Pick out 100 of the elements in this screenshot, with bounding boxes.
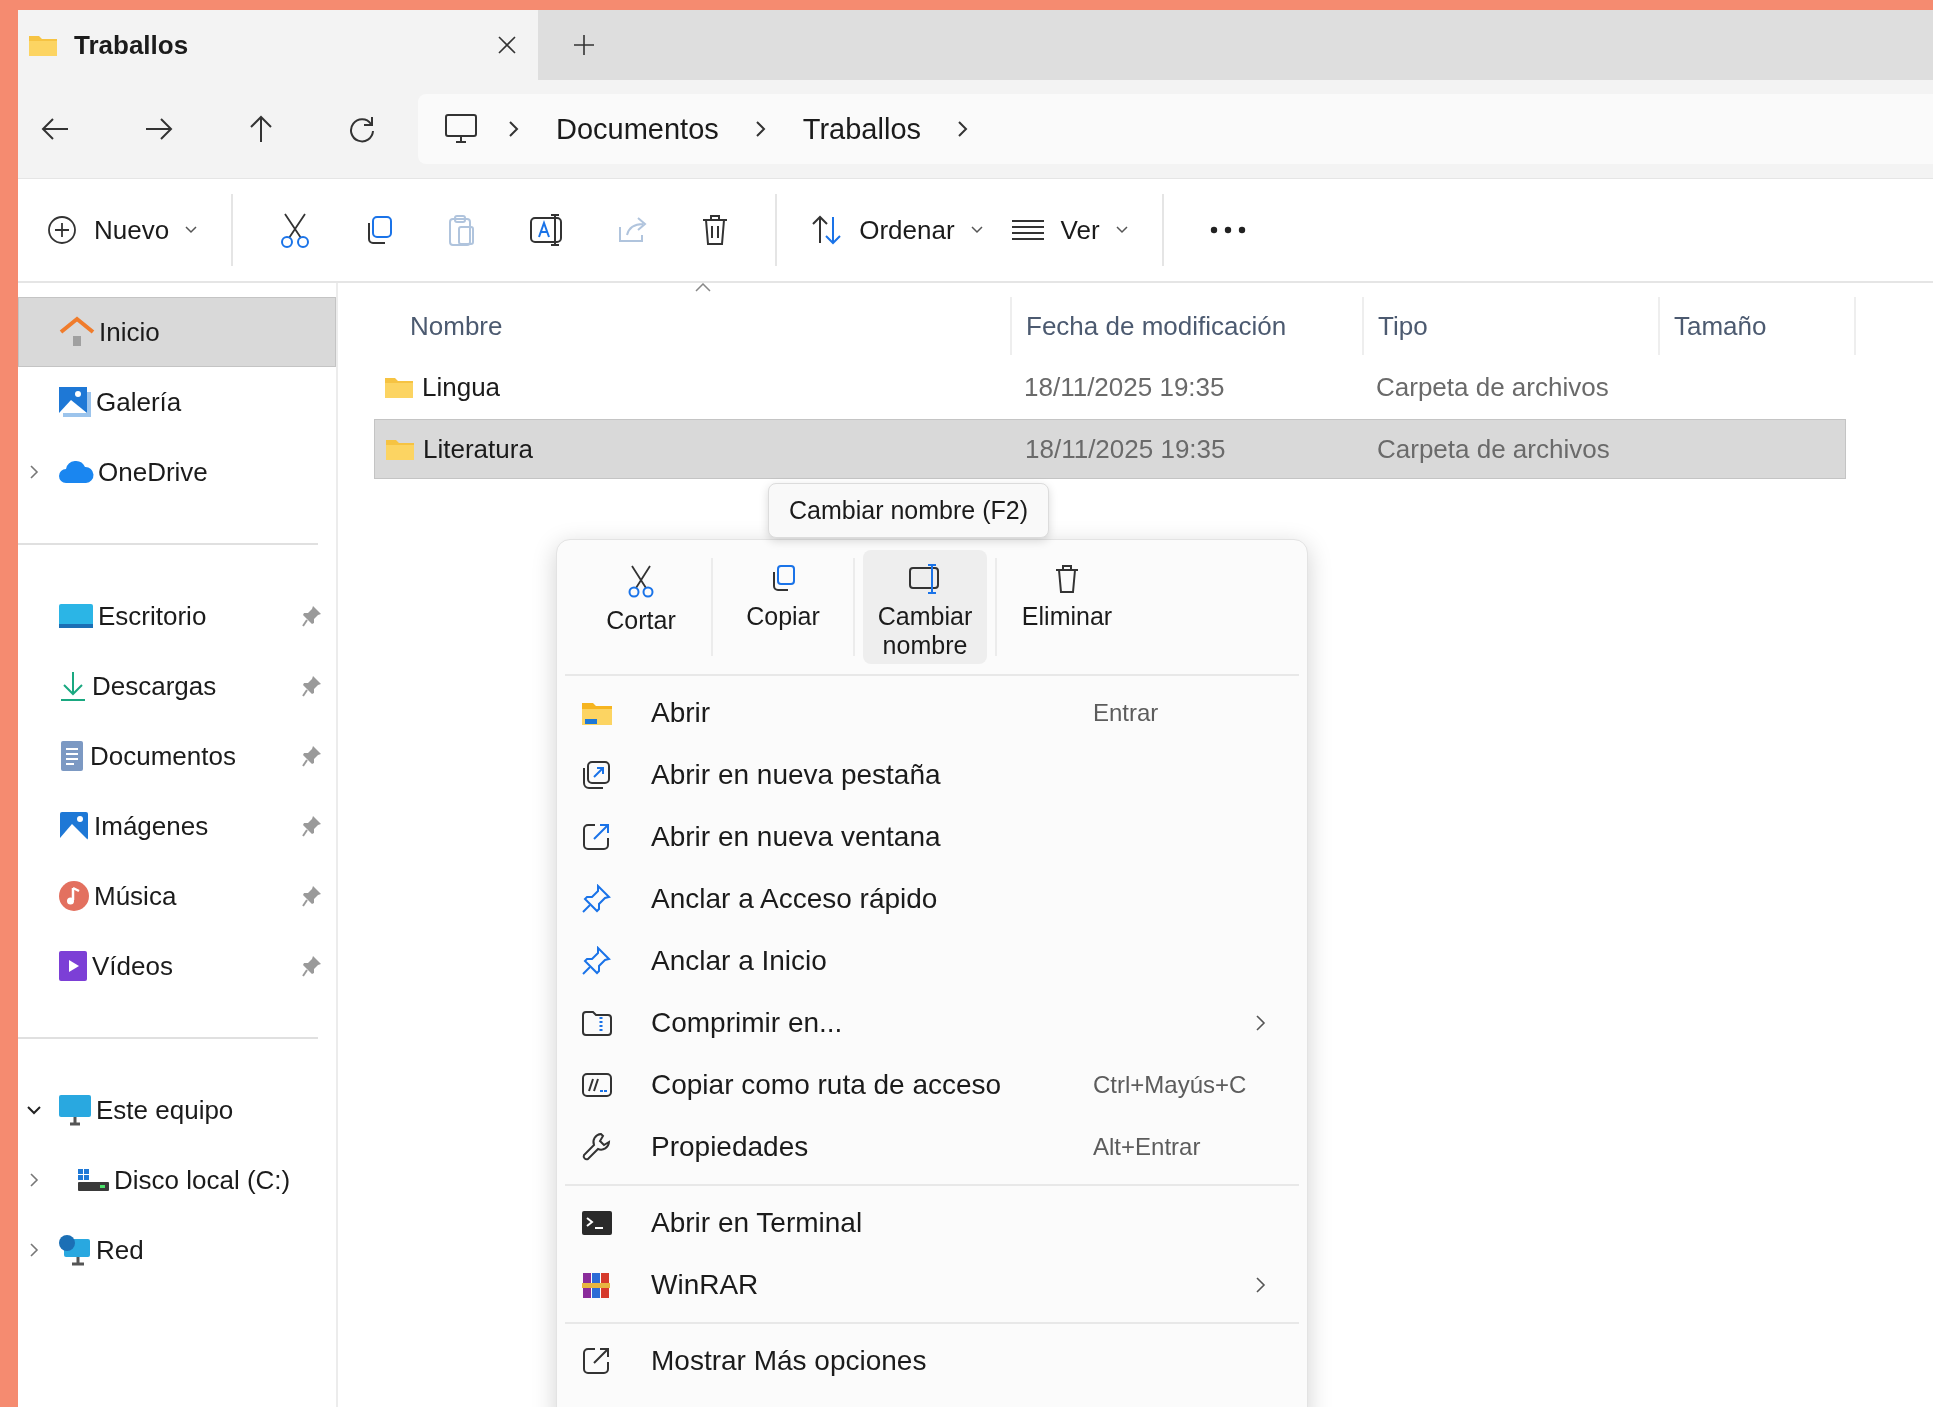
file-row[interactable]: Literatura 18/11/2025 19:35 Carpeta de archivos — [374, 419, 1846, 479]
path-icon — [581, 1072, 613, 1098]
sidebar-label: OneDrive — [98, 456, 209, 488]
sidebar-label: Vídeos — [92, 950, 174, 982]
menu-item-label: Abrir en nueva pestaña — [651, 759, 942, 791]
lines-icon — [1010, 219, 1045, 241]
sidebar-item[interactable]: Este equipo — [18, 1075, 336, 1145]
caret-icon — [970, 226, 983, 234]
add-tab-icon[interactable] — [572, 33, 596, 57]
menu-item[interactable]: WinRAR — [561, 1254, 1303, 1316]
trash-icon — [1054, 564, 1080, 594]
sidebar-item[interactable]: Vídeos — [18, 931, 336, 1001]
menu-item[interactable]: Anclar a Acceso rápido — [561, 868, 1303, 930]
pin-icon[interactable] — [302, 955, 322, 977]
sidebar-item[interactable]: OneDrive — [18, 437, 336, 507]
tab-title: Traballos — [74, 29, 190, 61]
menu-item-label: Comprimir en... — [651, 1007, 844, 1039]
wrench-icon — [581, 1132, 611, 1162]
rename-icon — [908, 564, 942, 594]
video-icon — [58, 950, 88, 982]
window-tab[interactable]: Traballos — [18, 10, 538, 80]
sort-button[interactable]: Ordenar — [797, 206, 997, 254]
sidebar-item[interactable]: Red — [18, 1215, 336, 1285]
column-header[interactable]: Fecha de modificación — [1012, 297, 1364, 355]
up-arrow-icon[interactable] — [248, 114, 274, 144]
network-icon — [58, 1234, 92, 1266]
forward-arrow-icon[interactable] — [144, 116, 174, 142]
column-header[interactable]: Nombre — [410, 297, 1012, 355]
menu-item-label: Abrir — [651, 697, 712, 729]
sidebar-label: Inicio — [99, 316, 161, 348]
menu-item-label: Propiedades — [651, 1131, 810, 1163]
file-type: Carpeta de archivos — [1377, 433, 1610, 465]
column-header[interactable]: Tamaño — [1660, 297, 1856, 355]
menu-item[interactable]: Abrir en Terminal — [561, 1192, 1303, 1254]
document-icon — [58, 740, 86, 772]
pin-icon[interactable] — [302, 885, 322, 907]
breadcrumb-item[interactable]: Documentos — [550, 112, 725, 146]
terminal-icon — [581, 1210, 613, 1236]
folder-icon — [581, 700, 613, 726]
quick-action-button[interactable]: Cortar — [579, 550, 703, 664]
sidebar-label: Descargas — [92, 670, 218, 702]
menu-item[interactable]: Copiar como ruta de acceso Ctrl+Mayús+C — [561, 1054, 1303, 1116]
sidebar-item[interactable]: Escritorio — [18, 581, 336, 651]
plus-circle-icon — [46, 214, 78, 246]
sidebar-label: Disco local (C:) — [114, 1164, 292, 1196]
menu-item-label: Copiar como ruta de acceso — [651, 1069, 1003, 1101]
caret-icon — [185, 226, 198, 234]
menu-item[interactable]: Abrir Entrar — [561, 682, 1303, 744]
file-name: Lingua — [422, 371, 501, 403]
picture-icon — [58, 810, 90, 842]
quick-action-button[interactable]: Cambiar nombre — [863, 550, 987, 664]
pin-icon[interactable] — [302, 815, 322, 837]
chevron-icon[interactable] — [754, 120, 767, 138]
sidebar-item[interactable]: Documentos — [18, 721, 336, 791]
menu-item[interactable]: Comprimir en... — [561, 992, 1303, 1054]
quick-action-button[interactable]: Eliminar — [1005, 550, 1129, 664]
sidebar-label: Documentos — [90, 740, 237, 772]
menu-item[interactable]: Abrir en nueva pestaña — [561, 744, 1303, 806]
sidebar-label: Red — [96, 1234, 145, 1266]
menu-item[interactable]: Anclar a Inicio — [561, 930, 1303, 992]
more-options-icon[interactable] — [1209, 226, 1246, 234]
menu-item-label: Anclar a Acceso rápido — [651, 883, 939, 915]
sidebar-item[interactable]: Inicio — [18, 297, 336, 367]
sidebar-item[interactable]: Disco local (C:) — [18, 1145, 336, 1215]
new-tab-icon — [581, 760, 611, 790]
view-button[interactable]: Ver — [996, 206, 1142, 254]
sidebar-item[interactable]: Imágenes — [18, 791, 336, 861]
new-button[interactable]: Nuevo — [32, 206, 212, 254]
sidebar-item[interactable]: Galería — [18, 367, 336, 437]
menu-item[interactable]: Mostrar Más opciones — [561, 1330, 1303, 1392]
sidebar-item[interactable]: Descargas — [18, 651, 336, 721]
sidebar-label: Imágenes — [94, 810, 210, 842]
menu-item[interactable]: Abrir en nueva ventana — [561, 806, 1303, 868]
pin-icon[interactable] — [302, 675, 322, 697]
column-header[interactable]: Tipo — [1364, 297, 1660, 355]
sidebar-label: Escritorio — [98, 600, 208, 632]
monitor-icon — [444, 113, 478, 145]
sort-caret-icon — [695, 283, 711, 292]
books-stack-icon — [581, 1270, 611, 1300]
chevron-icon[interactable] — [508, 120, 520, 138]
address-bar[interactable]: Documentos Traballos — [418, 94, 1933, 164]
cloud-icon — [58, 460, 94, 484]
refresh-icon[interactable] — [348, 115, 376, 143]
quick-action-button[interactable]: Copiar — [721, 550, 845, 664]
close-icon[interactable] — [496, 34, 518, 56]
sidebar-label: Galería — [96, 386, 183, 418]
pin-icon[interactable] — [302, 745, 322, 767]
pin-icon[interactable] — [302, 605, 322, 627]
trash-icon[interactable] — [701, 214, 730, 246]
scissors-icon[interactable] — [279, 212, 312, 248]
keyboard-shortcut: Entrar — [1093, 699, 1160, 727]
menu-item[interactable]: Propiedades Alt+Entrar — [561, 1116, 1303, 1178]
file-row[interactable]: Lingua 18/11/2025 19:35 Carpeta de archivos — [374, 357, 1846, 417]
breadcrumb-item[interactable]: Traballos — [796, 112, 927, 146]
folder-icon — [28, 33, 58, 57]
chevron-icon[interactable] — [957, 120, 969, 138]
picture-icon — [58, 386, 92, 418]
back-arrow-icon[interactable] — [40, 116, 70, 142]
desktop-icon — [58, 602, 94, 630]
sidebar-item[interactable]: Música — [18, 861, 336, 931]
